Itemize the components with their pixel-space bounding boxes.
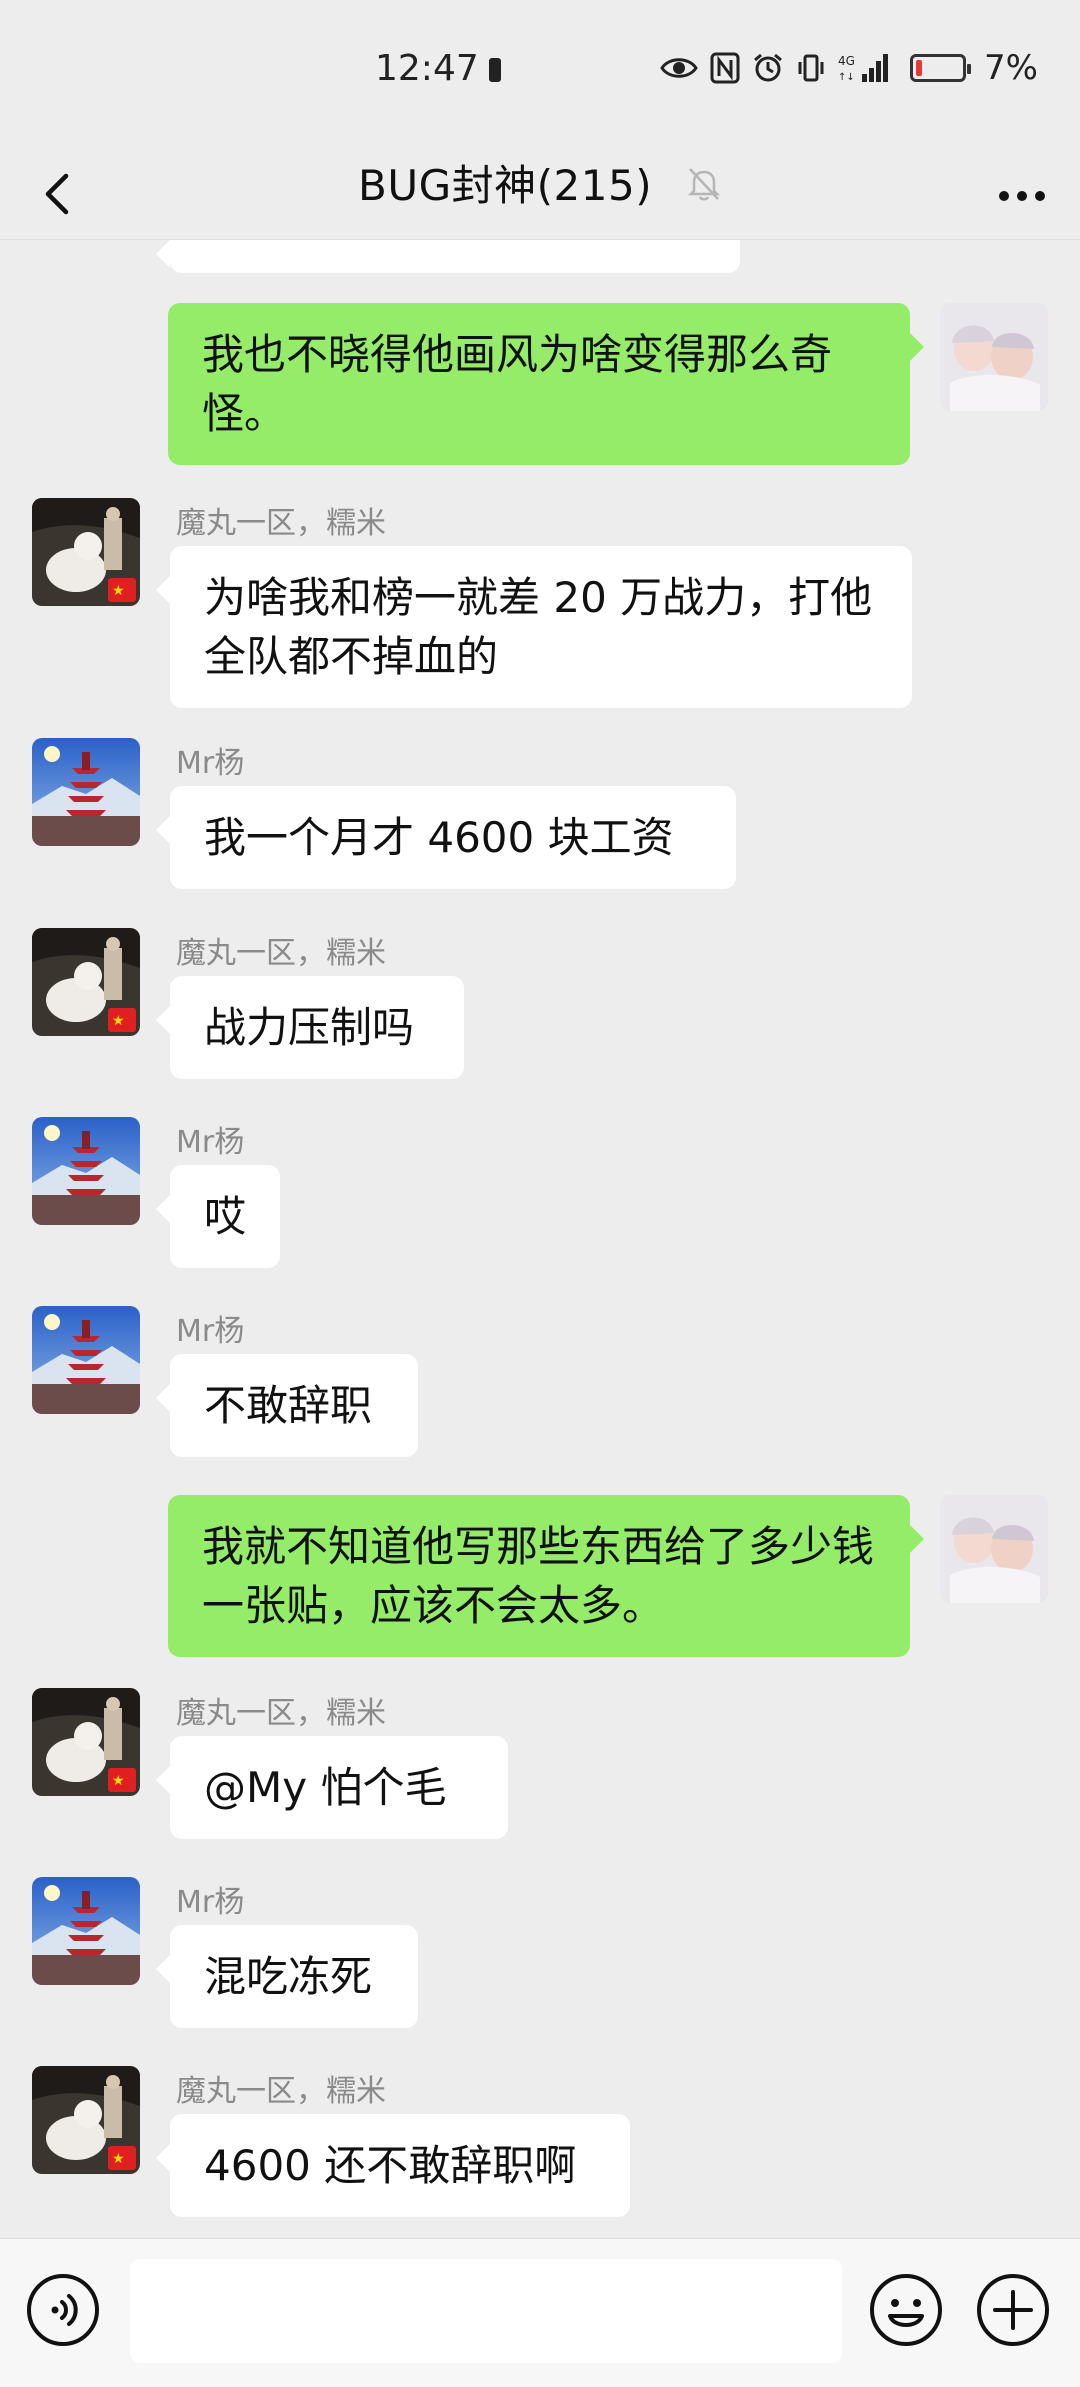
- pagoda-avatar: [32, 1877, 140, 1985]
- message-bubble[interactable]: 不敢辞职: [156, 1354, 418, 1457]
- pagoda-avatar: [32, 1117, 140, 1225]
- message-text: 混吃冻死: [204, 1952, 373, 2001]
- sender-name: Mr杨: [176, 746, 245, 781]
- white-dog-avatar: ★: [32, 2066, 140, 2174]
- chat-title: BUG封神(215): [0, 152, 1080, 213]
- emoji-button[interactable]: [868, 2272, 944, 2348]
- twin-babies-avatar: [940, 303, 1048, 411]
- more-functions-button[interactable]: [975, 2272, 1051, 2348]
- sender-name: 魔丸一区，糯米: [176, 936, 386, 971]
- message-bubble[interactable]: 战力压制吗: [156, 976, 464, 1079]
- white-dog-avatar: ★: [32, 928, 140, 1036]
- clock: 12:47: [375, 48, 479, 89]
- message-bubble[interactable]: 我一个月才 4600 块工资: [156, 786, 736, 889]
- own-avatar[interactable]: [940, 303, 1048, 411]
- sender-name: 魔丸一区，糯米: [176, 1696, 386, 1731]
- svg-text:★: ★: [112, 583, 125, 599]
- battery-icon: [910, 54, 972, 82]
- plus-icon: [977, 2274, 1049, 2346]
- sender-name: 魔丸一区，糯米: [176, 2074, 386, 2109]
- message-list[interactable]: 我也不晓得他画风为啥变得那么奇怪。 ★ 魔丸一区，糯米 为啥我和榜一就差 20 …: [0, 240, 1080, 2238]
- svg-text:★: ★: [112, 2151, 125, 2167]
- own-avatar[interactable]: [940, 1495, 1048, 1603]
- more-dots-icon: [999, 191, 1045, 201]
- sender-avatar[interactable]: ★: [32, 1688, 140, 1796]
- message-bubble[interactable]: 我也不晓得他画风为啥变得那么奇怪。: [168, 303, 924, 465]
- message-text: 4600 还不敢辞职啊: [204, 2141, 577, 2190]
- vibrate-icon: [796, 53, 826, 83]
- voice-icon: [27, 2274, 99, 2346]
- input-bar: [0, 2238, 1080, 2387]
- message-bubble[interactable]: 混吃冻死: [156, 1925, 418, 2028]
- message-bubble[interactable]: 我就不知道他写那些东西给了多少钱一张贴，应该不会太多。: [168, 1495, 924, 1657]
- message-input[interactable]: [130, 2259, 842, 2363]
- status-icons: 4G ↑↓ 7%: [660, 48, 1038, 88]
- message-text: 战力压制吗: [204, 1003, 415, 1052]
- message-text: 不敢辞职: [204, 1381, 373, 1430]
- message-text: 我一个月才 4600 块工资: [204, 813, 674, 862]
- message-text: 我也不晓得他画风为啥变得那么奇怪。: [202, 330, 833, 438]
- sender-name: 魔丸一区，糯米: [176, 506, 386, 541]
- message-text: 哎: [204, 1192, 247, 1241]
- svg-text:↑↓: ↑↓: [838, 72, 855, 83]
- svg-text:★: ★: [112, 1773, 125, 1789]
- white-dog-avatar: ★: [32, 1688, 140, 1796]
- sender-avatar[interactable]: [32, 1117, 140, 1225]
- message-bubble[interactable]: 哎: [156, 1165, 280, 1268]
- muted-bell-icon: [686, 164, 722, 213]
- status-time: 12:47: [375, 48, 501, 89]
- sender-name: Mr杨: [176, 1125, 245, 1160]
- sender-avatar[interactable]: [32, 738, 140, 846]
- pagoda-avatar: [32, 1306, 140, 1414]
- alarm-icon: [752, 52, 784, 84]
- message-bubble[interactable]: 为啥我和榜一就差 20 万战力，打他全队都不掉血的: [156, 546, 912, 708]
- svg-text:★: ★: [112, 1013, 125, 1029]
- status-bar: 12:47 4G ↑↓ 7%: [0, 0, 1080, 140]
- svg-text:4G: 4G: [838, 54, 855, 68]
- twin-babies-avatar: [940, 1495, 1048, 1603]
- sender-avatar[interactable]: ★: [32, 928, 140, 1036]
- message-bubble[interactable]: [156, 240, 740, 273]
- sender-avatar[interactable]: [32, 1877, 140, 1985]
- sender-avatar[interactable]: ★: [32, 498, 140, 606]
- message-text: 为啥我和榜一就差 20 万战力，打他全队都不掉血的: [204, 573, 873, 681]
- sender-avatar[interactable]: [32, 1306, 140, 1414]
- sender-name: Mr杨: [176, 1314, 245, 1349]
- message-text: @My 怕个毛: [204, 1763, 447, 1812]
- pagoda-avatar: [32, 738, 140, 846]
- eye-comfort-icon: [660, 55, 698, 81]
- message-bubble[interactable]: @My 怕个毛: [156, 1736, 508, 1839]
- more-options-button[interactable]: [992, 166, 1052, 226]
- nfc-icon: [710, 52, 740, 84]
- battery-saver-icon: [488, 58, 501, 82]
- white-dog-avatar: ★: [32, 498, 140, 606]
- sender-avatar[interactable]: ★: [32, 2066, 140, 2174]
- group-name: BUG封神(215): [358, 161, 653, 210]
- message-text: 我就不知道他写那些东西给了多少钱一张贴，应该不会太多。: [202, 1522, 875, 1630]
- signal-icon: 4G ↑↓: [838, 52, 892, 84]
- chat-header: BUG封神(215): [0, 140, 1080, 240]
- battery-level: 7%: [984, 48, 1038, 88]
- sender-name: Mr杨: [176, 1885, 245, 1920]
- voice-input-button[interactable]: [25, 2272, 101, 2348]
- message-bubble[interactable]: 4600 还不敢辞职啊: [156, 2114, 630, 2217]
- smiley-icon: [870, 2274, 942, 2346]
